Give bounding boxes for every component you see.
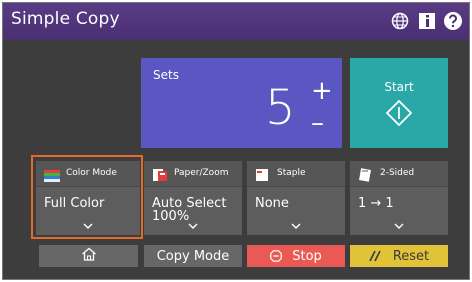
increment-button[interactable]: + bbox=[311, 78, 333, 104]
staple-value: None bbox=[255, 196, 289, 211]
paper-zoom-line2: 100% bbox=[152, 209, 190, 224]
sets-count: 5 bbox=[265, 80, 296, 136]
chevron-down-icon bbox=[144, 223, 242, 229]
chevron-down-icon bbox=[36, 223, 140, 229]
color-mode-value: Full Color bbox=[44, 196, 105, 211]
home-button[interactable] bbox=[39, 245, 138, 267]
reset-label: Reset bbox=[392, 248, 430, 264]
paper-zoom-icon bbox=[152, 167, 168, 186]
staple-label: Staple bbox=[277, 168, 306, 178]
decrement-button[interactable]: – bbox=[311, 110, 324, 136]
two-sided-label: 2-Sided bbox=[380, 168, 415, 178]
staple-header: Staple bbox=[247, 161, 345, 187]
start-diamond-icon bbox=[385, 99, 413, 130]
chevron-down-icon bbox=[350, 223, 448, 229]
reset-icon bbox=[369, 250, 383, 262]
paper-zoom-value: Auto Select 100% bbox=[152, 197, 226, 223]
stop-button[interactable]: Stop bbox=[247, 245, 345, 267]
home-icon bbox=[81, 247, 97, 265]
sets-panel: Sets 5 + – bbox=[141, 58, 342, 148]
two-sided-value: 1 → 1 bbox=[358, 196, 394, 211]
staple-button[interactable]: Staple None bbox=[247, 161, 345, 235]
reset-button[interactable]: Reset bbox=[350, 245, 448, 267]
copy-mode-button[interactable]: Copy Mode bbox=[144, 245, 242, 267]
globe-icon[interactable] bbox=[389, 10, 411, 32]
start-label: Start bbox=[384, 80, 414, 94]
paper-zoom-button[interactable]: Paper/Zoom Auto Select 100% bbox=[144, 161, 242, 235]
copier-screen: Simple Copy Sets 5 + – Start Color Mode … bbox=[2, 2, 470, 280]
paper-zoom-header: Paper/Zoom bbox=[144, 161, 242, 187]
copy-mode-label: Copy Mode bbox=[156, 248, 230, 264]
sets-label: Sets bbox=[153, 68, 179, 82]
two-sided-button[interactable]: 2-Sided 1 → 1 bbox=[350, 161, 448, 235]
color-mode-label: Color Mode bbox=[66, 168, 117, 178]
stop-label: Stop bbox=[292, 248, 322, 264]
paper-zoom-label: Paper/Zoom bbox=[174, 168, 229, 178]
color-mode-header: Color Mode bbox=[36, 161, 140, 187]
color-mode-icon bbox=[44, 167, 60, 186]
stop-icon bbox=[270, 250, 283, 262]
info-icon[interactable] bbox=[416, 10, 438, 32]
page-title: Simple Copy bbox=[11, 9, 120, 29]
color-mode-button[interactable]: Color Mode Full Color bbox=[36, 161, 140, 235]
title-bar: Simple Copy bbox=[3, 3, 469, 40]
chevron-down-icon bbox=[247, 223, 345, 229]
two-sided-icon bbox=[358, 167, 372, 186]
staple-icon bbox=[255, 167, 269, 186]
start-button[interactable]: Start bbox=[350, 58, 448, 148]
help-icon[interactable] bbox=[442, 10, 464, 32]
two-sided-header: 2-Sided bbox=[350, 161, 448, 187]
